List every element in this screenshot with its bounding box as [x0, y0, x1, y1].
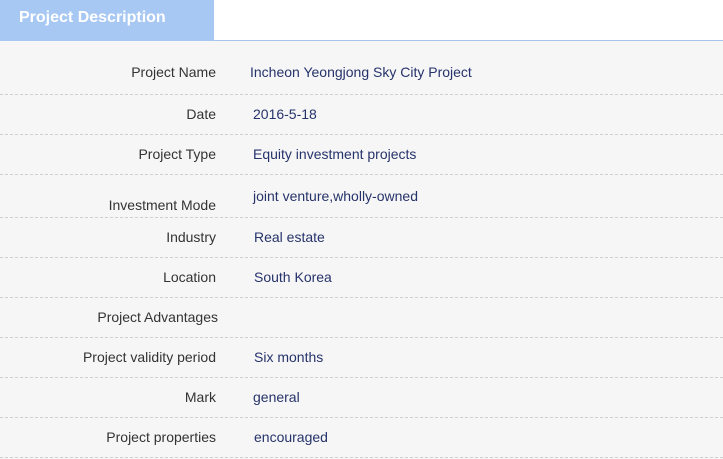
field-label: Industry	[166, 229, 216, 245]
field-row-mark: Mark general	[0, 378, 723, 418]
field-row-project-advantages: Project Advantages	[0, 298, 723, 338]
field-row-project-type: Project Type Equity investment projects	[0, 135, 723, 175]
field-value: encouraged	[254, 429, 328, 445]
field-row-date: Date 2016-5-18	[0, 95, 723, 135]
field-label: Project properties	[106, 429, 216, 445]
field-row-location: Location South Korea	[0, 258, 723, 298]
field-value: Incheon Yeongjong Sky City Project	[250, 64, 472, 80]
field-label: Investment Mode	[108, 197, 216, 213]
project-description-panel: Project Description Project Name Incheon…	[0, 0, 723, 459]
field-row-industry: Industry Real estate	[0, 218, 723, 258]
field-value: South Korea	[254, 269, 332, 285]
field-value: general	[253, 389, 300, 405]
field-label: Project Advantages	[97, 309, 218, 325]
field-label: Date	[186, 106, 216, 122]
tab-bar: Project Description	[0, 0, 723, 41]
field-label: Project Name	[131, 64, 216, 80]
field-label: Project validity period	[82, 349, 216, 365]
field-row-project-properties: Project properties encouraged	[0, 418, 723, 458]
field-value: joint venture,wholly-owned	[253, 188, 418, 204]
field-row-project-name: Project Name Incheon Yeongjong Sky City …	[0, 41, 723, 95]
field-row-investment-mode: Investment Mode joint venture,wholly-own…	[0, 175, 723, 218]
field-label: Location	[163, 269, 216, 285]
field-value: Equity investment projects	[253, 146, 417, 162]
field-value: 2016-5-18	[253, 106, 317, 122]
field-label: Mark	[184, 389, 216, 405]
field-value: Six months	[254, 349, 324, 365]
field-label: Project Type	[138, 146, 216, 162]
tab-project-description[interactable]: Project Description	[0, 0, 214, 41]
field-value: Real estate	[254, 229, 325, 245]
field-row-project-validity-period: Project validity period Six months	[0, 338, 723, 378]
